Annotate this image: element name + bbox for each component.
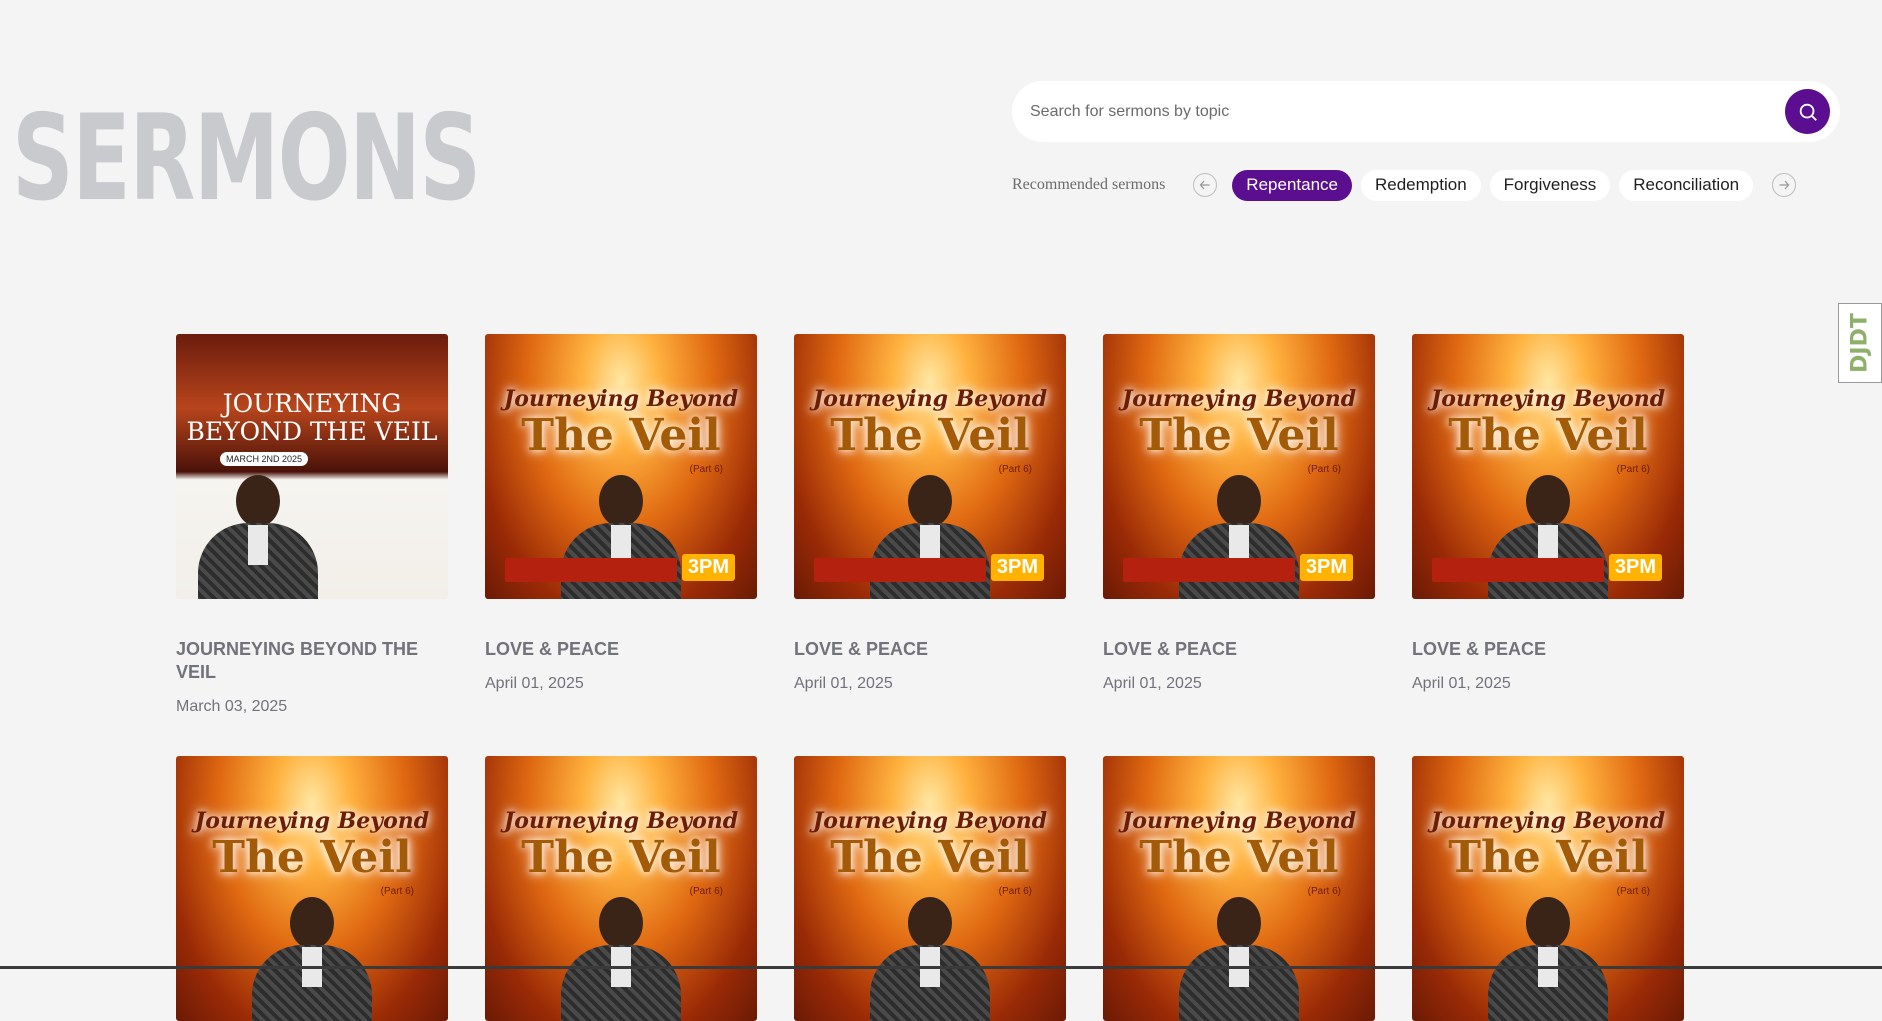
preacher-image: [1179, 897, 1299, 1021]
sermon-title[interactable]: LOVE & PEACE: [1103, 638, 1375, 661]
prev-topics-button[interactable]: [1193, 173, 1218, 197]
preacher-image: [197, 475, 318, 599]
topic-chip-reconciliation[interactable]: Reconciliation: [1619, 169, 1754, 201]
flyer-part: (Part 6): [380, 886, 414, 897]
flyer-title: Journeying Beyond The Veil: [812, 808, 1048, 883]
sermon-thumbnail[interactable]: Journeying Beyond The Veil (Part 6): [1103, 756, 1375, 1021]
flyer-date: MARCH 2ND 2025: [220, 452, 309, 466]
side-badge-text: DJDT: [1847, 313, 1873, 373]
topic-chip-repentance[interactable]: Repentance: [1232, 169, 1352, 201]
sermon-card[interactable]: Journeying Beyond The Veil (Part 6) 3PM L…: [1103, 334, 1375, 756]
preacher-image: [870, 897, 990, 1021]
flyer-part: (Part 6): [1307, 464, 1341, 475]
sermon-card[interactable]: Journeying Beyond The Veil (Part 6) 3PM L…: [794, 334, 1066, 756]
flyer-part: (Part 6): [998, 464, 1032, 475]
arrow-left-icon: [1199, 180, 1210, 190]
sermon-title[interactable]: LOVE & PEACE: [1412, 638, 1684, 661]
preacher-image: [252, 897, 372, 1021]
sermon-date: March 03, 2025: [176, 698, 288, 715]
topic-chip-redemption[interactable]: Redemption: [1360, 169, 1481, 201]
sermon-card[interactable]: Journeying Beyond The Veil (Part 6): [794, 756, 1066, 1021]
sermon-thumbnail[interactable]: Journeying Beyond The Veil (Part 6) 3PM: [1103, 334, 1375, 599]
sermon-thumbnail[interactable]: JOURNEYING BEYOND THE VEIL MARCH 2ND 2025: [176, 334, 448, 599]
flyer-part: (Part 6): [998, 886, 1032, 897]
sermon-thumbnail[interactable]: Journeying Beyond The Veil (Part 6) 3PM: [794, 334, 1066, 599]
flyer-time: 3PM: [990, 554, 1044, 581]
sermon-card[interactable]: Journeying Beyond The Veil (Part 6): [1103, 756, 1375, 1021]
sermon-card[interactable]: Journeying Beyond The Veil (Part 6): [485, 756, 757, 1021]
flyer-title: Journeying Beyond The Veil: [503, 808, 739, 883]
search-bar[interactable]: [1012, 81, 1840, 142]
flyer-title: Journeying Beyond The Veil: [194, 808, 430, 883]
sermon-card[interactable]: JOURNEYING BEYOND THE VEIL MARCH 2ND 2025…: [176, 334, 448, 756]
sermon-card[interactable]: Journeying Beyond The Veil (Part 6) 3PM L…: [485, 334, 757, 756]
sermon-date: April 01, 2025: [1412, 675, 1511, 692]
flyer-time: 3PM: [681, 554, 735, 581]
flyer-band: [505, 558, 677, 582]
preacher-image: [561, 897, 681, 1021]
sermon-card[interactable]: Journeying Beyond The Veil (Part 6): [176, 756, 448, 1021]
flyer-part: (Part 6): [689, 886, 723, 897]
topic-chip-forgiveness[interactable]: Forgiveness: [1489, 169, 1611, 201]
topic-chips: Repentance Redemption Forgiveness Reconc…: [1232, 169, 1754, 201]
sermon-thumbnail[interactable]: Journeying Beyond The Veil (Part 6): [794, 756, 1066, 1021]
recommended-sermons: Recommended sermons Repentance Redemptio…: [1012, 168, 1797, 202]
sermon-thumbnail[interactable]: Journeying Beyond The Veil (Part 6): [1412, 756, 1684, 1021]
flyer-title: Journeying Beyond The Veil: [1121, 808, 1357, 883]
flyer-time: 3PM: [1608, 554, 1662, 581]
flyer-time: 3PM: [1299, 554, 1353, 581]
sermon-thumbnail[interactable]: Journeying Beyond The Veil (Part 6) 3PM: [485, 334, 757, 599]
search-icon: [1799, 103, 1817, 121]
sermon-title[interactable]: LOVE & PEACE: [485, 638, 757, 661]
sermon-thumbnail[interactable]: Journeying Beyond The Veil (Part 6): [485, 756, 757, 1021]
search-button[interactable]: [1785, 89, 1830, 134]
sermon-card[interactable]: Journeying Beyond The Veil (Part 6) 3PM L…: [1412, 334, 1684, 756]
flyer-part: (Part 6): [1307, 886, 1341, 897]
sermon-title[interactable]: LOVE & PEACE: [794, 638, 1066, 661]
preacher-image: [1488, 897, 1608, 1021]
flyer-band: [814, 558, 986, 582]
flyer-title: Journeying Beyond The Veil: [1430, 386, 1666, 461]
flyer-title: Journeying Beyond The Veil: [1430, 808, 1666, 883]
sermon-title[interactable]: JOURNEYING BEYOND THE VEIL: [176, 638, 448, 684]
sermon-grid: JOURNEYING BEYOND THE VEIL MARCH 2ND 2025…: [176, 334, 1684, 1021]
flyer-band: [1123, 558, 1295, 582]
flyer-title: Journeying Beyond The Veil: [1121, 386, 1357, 461]
sermon-thumbnail[interactable]: Journeying Beyond The Veil (Part 6) 3PM: [1412, 334, 1684, 599]
recommended-label: Recommended sermons: [1012, 176, 1166, 193]
sermon-thumbnail[interactable]: Journeying Beyond The Veil (Part 6): [176, 756, 448, 1021]
page-title: SERMONS: [12, 90, 481, 228]
sermon-date: April 01, 2025: [1103, 675, 1202, 692]
flyer-part: (Part 6): [1616, 886, 1650, 897]
flyer-part: (Part 6): [1616, 464, 1650, 475]
flyer-title: JOURNEYING BEYOND THE VEIL: [186, 389, 438, 446]
side-badge[interactable]: DJDT: [1838, 303, 1882, 383]
flyer-band: [1432, 558, 1604, 582]
flyer-title: Journeying Beyond The Veil: [812, 386, 1048, 461]
sermon-card[interactable]: Journeying Beyond The Veil (Part 6): [1412, 756, 1684, 1021]
sermon-date: April 01, 2025: [485, 675, 584, 692]
flyer-part: (Part 6): [689, 464, 723, 475]
arrow-right-icon: [1779, 180, 1790, 190]
next-topics-button[interactable]: [1772, 173, 1797, 197]
search-input[interactable]: [1028, 101, 1785, 122]
sermon-date: April 01, 2025: [794, 675, 893, 692]
flyer-title: Journeying Beyond The Veil: [503, 386, 739, 461]
